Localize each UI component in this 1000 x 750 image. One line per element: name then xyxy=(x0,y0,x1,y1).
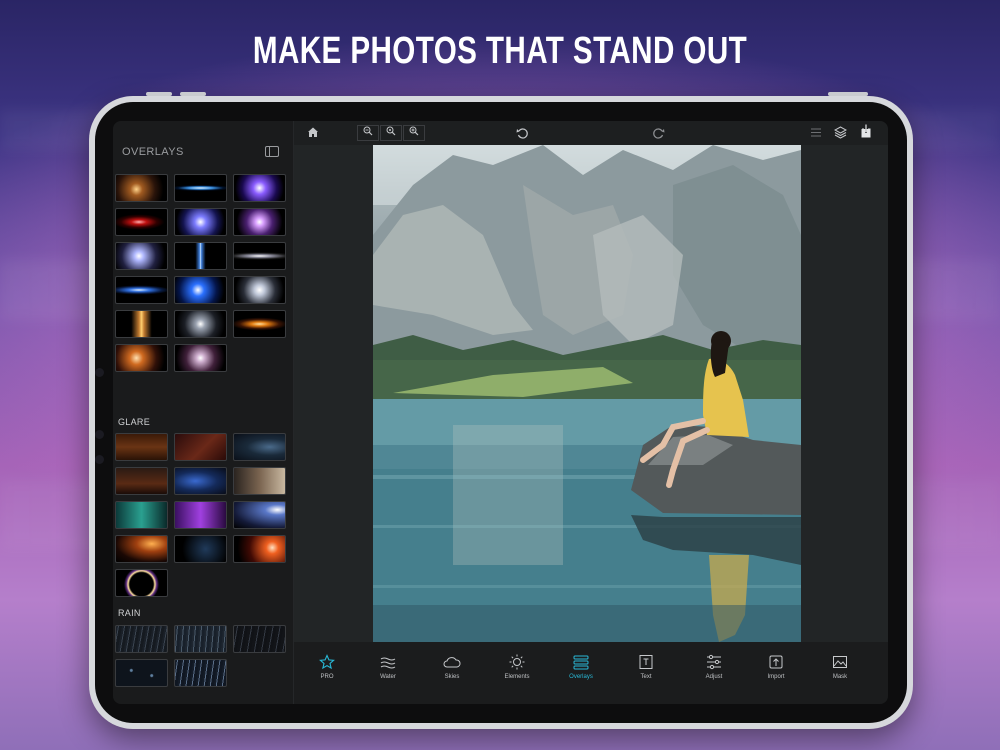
camera-dot xyxy=(95,430,104,439)
zoom-out-icon[interactable] xyxy=(357,125,379,141)
glare-thumbnail[interactable] xyxy=(233,501,286,529)
top-toolbar xyxy=(294,121,888,145)
flare-thumbnail[interactable] xyxy=(115,174,168,202)
mask-icon xyxy=(810,654,870,670)
cloud-icon xyxy=(422,654,482,670)
camera-dot xyxy=(95,455,104,464)
glare-thumbnail[interactable] xyxy=(174,535,227,563)
flare-thumbnail[interactable] xyxy=(115,242,168,270)
photo-scene xyxy=(373,145,801,642)
glare-thumbnail[interactable] xyxy=(233,467,286,495)
tablet-top-button xyxy=(180,92,206,96)
tablet-top-button xyxy=(828,92,868,96)
glare-thumbnail[interactable] xyxy=(115,501,168,529)
tab-label: Adjust xyxy=(705,674,723,680)
flare-thumbnail[interactable] xyxy=(174,310,227,338)
flares-grid xyxy=(115,174,291,372)
zoom-controls xyxy=(357,125,426,141)
star-icon xyxy=(297,654,357,670)
rain-thumbnail[interactable] xyxy=(174,659,227,687)
panel-toggle-icon[interactable] xyxy=(265,146,279,157)
glare-thumbnail[interactable] xyxy=(233,535,286,563)
sidebar-title: OVERLAYS xyxy=(122,146,184,158)
section-label-rain: RAIN xyxy=(118,608,141,618)
home-icon[interactable] xyxy=(307,126,319,140)
flare-thumbnail[interactable] xyxy=(233,174,286,202)
tab-label: Text xyxy=(640,674,652,680)
headline: MAKE PHOTOS THAT STAND OUT xyxy=(252,30,748,72)
rain-thumbnail[interactable] xyxy=(115,659,168,687)
sun-icon xyxy=(487,654,547,670)
glare-thumbnail[interactable] xyxy=(115,569,168,597)
edited-photo[interactable] xyxy=(373,145,801,642)
glare-thumbnail[interactable] xyxy=(233,433,286,461)
flare-thumbnail[interactable] xyxy=(174,344,227,372)
zoom-in-icon[interactable] xyxy=(403,125,425,141)
tab-elements[interactable]: Elements xyxy=(487,654,547,680)
import-icon xyxy=(746,654,806,670)
flare-thumbnail[interactable] xyxy=(233,310,286,338)
tab-label: Water xyxy=(380,674,396,680)
layers-icon[interactable] xyxy=(833,126,848,141)
rain-grid xyxy=(115,625,291,687)
editor-canvas[interactable] xyxy=(294,145,888,642)
flare-thumbnail[interactable] xyxy=(233,242,286,270)
bottom-toolbar: PRO Water Skies Elements Overlays Text A… xyxy=(294,642,888,704)
tab-label: Import xyxy=(767,674,785,680)
glare-thumbnail[interactable] xyxy=(115,467,168,495)
tab-adjust[interactable]: Adjust xyxy=(684,654,744,680)
glare-thumbnail[interactable] xyxy=(174,433,227,461)
tab-pro[interactable]: PRO xyxy=(297,654,357,680)
flare-thumbnail[interactable] xyxy=(115,208,168,236)
flare-thumbnail[interactable] xyxy=(115,344,168,372)
tab-label: Skies xyxy=(444,674,460,680)
rain-thumbnail[interactable] xyxy=(115,625,168,653)
tab-skies[interactable]: Skies xyxy=(422,654,482,680)
flare-thumbnail[interactable] xyxy=(115,310,168,338)
flare-thumbnail[interactable] xyxy=(174,242,227,270)
undo-icon[interactable] xyxy=(516,127,529,142)
camera-dot xyxy=(95,368,104,377)
flare-thumbnail[interactable] xyxy=(233,276,286,304)
glare-thumbnail[interactable] xyxy=(115,433,168,461)
tab-text[interactable]: Text xyxy=(616,654,676,680)
glare-thumbnail[interactable] xyxy=(174,467,227,495)
tab-water[interactable]: Water xyxy=(358,654,418,680)
redo-icon[interactable] xyxy=(652,127,665,142)
flare-thumbnail[interactable] xyxy=(174,208,227,236)
glare-thumbnail[interactable] xyxy=(174,501,227,529)
water-icon xyxy=(358,654,418,670)
flare-thumbnail[interactable] xyxy=(174,174,227,202)
tab-label: Elements xyxy=(504,674,530,680)
tab-import[interactable]: Import xyxy=(746,654,806,680)
tab-mask[interactable]: Mask xyxy=(810,654,870,680)
tablet-top-button xyxy=(146,92,172,96)
text-icon xyxy=(616,654,676,670)
tab-label: Overlays xyxy=(569,674,593,680)
flare-thumbnail[interactable] xyxy=(174,276,227,304)
tab-label: PRO xyxy=(320,674,334,680)
glare-thumbnail[interactable] xyxy=(115,535,168,563)
zoom-fit-icon[interactable] xyxy=(380,125,402,141)
app-screen: OVERLAYS GLARE RAIN PRO Water Skies Elem… xyxy=(113,121,888,704)
tab-label: Mask xyxy=(832,674,848,680)
glare-grid xyxy=(115,433,291,597)
tab-overlays[interactable]: Overlays xyxy=(551,654,611,680)
rain-thumbnail[interactable] xyxy=(233,625,286,653)
overlays-icon xyxy=(551,654,611,670)
flare-thumbnail[interactable] xyxy=(233,208,286,236)
sliders-icon xyxy=(684,654,744,670)
overlays-sidebar: OVERLAYS GLARE RAIN xyxy=(113,121,294,704)
share-icon[interactable] xyxy=(860,124,872,140)
section-label-glare: GLARE xyxy=(118,417,151,427)
rain-thumbnail[interactable] xyxy=(174,625,227,653)
flare-thumbnail[interactable] xyxy=(115,276,168,304)
menu-icon[interactable] xyxy=(810,127,822,140)
